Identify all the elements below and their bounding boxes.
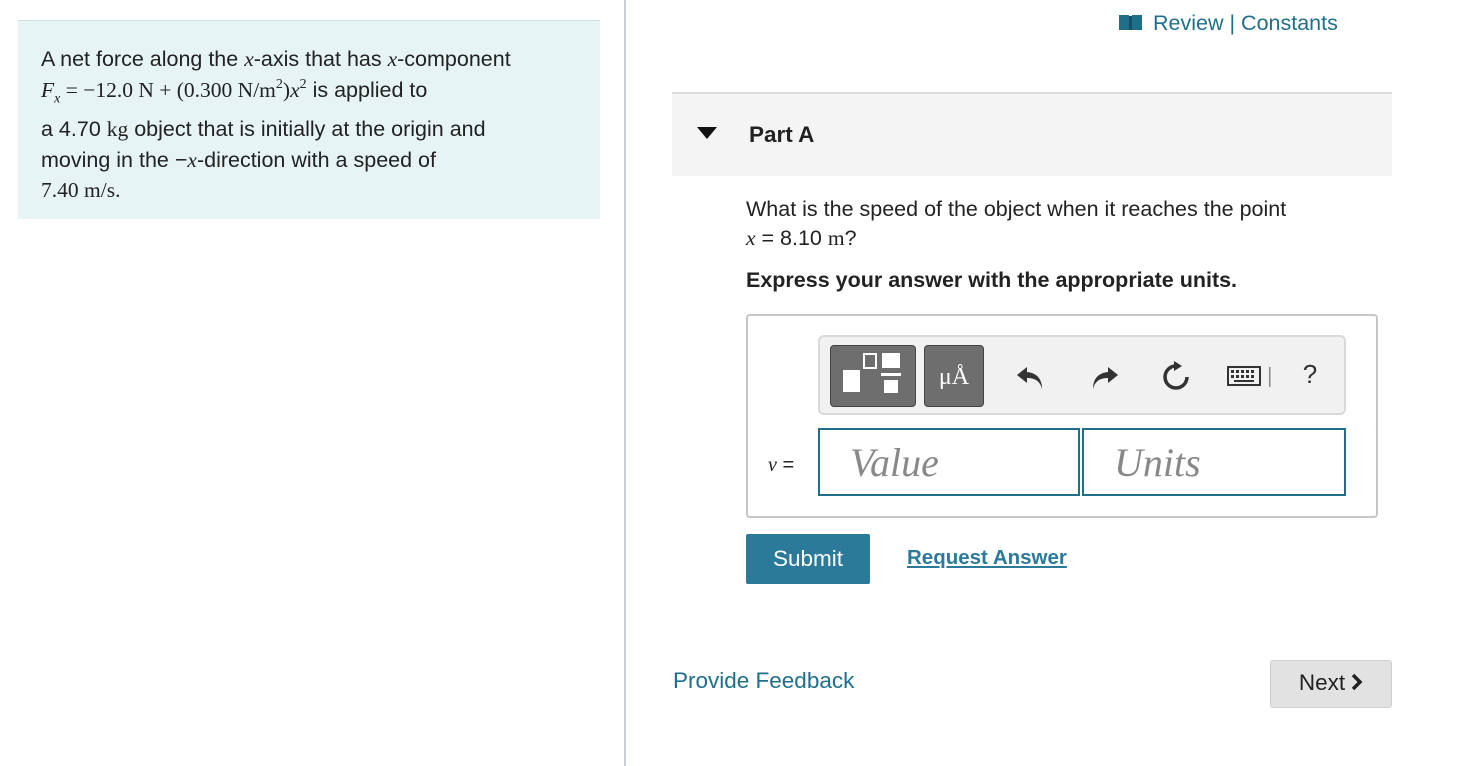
answer-box: μÅ ? v = — [746, 314, 1378, 518]
problem-text: -axis that has — [253, 47, 388, 71]
templates-icon — [843, 353, 901, 393]
problem-text: moving in the − — [41, 147, 188, 172]
redo-icon[interactable] — [1088, 361, 1120, 393]
review-constants-links: Review | Constants — [1118, 11, 1338, 36]
answer-variable-label: v = — [768, 454, 794, 477]
problem-line-4: moving in the −x-direction with a speed … — [41, 145, 578, 176]
force-expression-close: ) — [282, 77, 291, 102]
problem-line-1: A net force along the x-axis that has x-… — [41, 44, 578, 75]
link-separator: | — [1223, 11, 1242, 35]
question-value: = 8.10 — [755, 226, 828, 250]
math-x: x — [746, 226, 756, 250]
unit-kg: kg — [106, 117, 129, 142]
chevron-right-icon — [1351, 673, 1363, 691]
undo-icon[interactable] — [1015, 361, 1047, 393]
question-unit: m — [827, 226, 845, 250]
math-toolbar: μÅ ? — [818, 335, 1346, 415]
next-label: Next — [1298, 670, 1346, 695]
math-v: v — [768, 454, 777, 476]
math-x: x — [387, 47, 398, 71]
units-symbol-button[interactable]: μÅ — [924, 345, 984, 407]
request-answer-link[interactable]: Request Answer — [907, 546, 1067, 570]
question-line-2: x = 8.10 m? — [746, 224, 1386, 253]
question-mark: ? — [844, 226, 857, 250]
next-button[interactable]: Next — [1270, 660, 1392, 708]
help-button[interactable]: ? — [1295, 359, 1325, 391]
exponent: 2 — [275, 76, 283, 92]
review-link[interactable]: Review — [1153, 11, 1224, 35]
problem-text: object that is initially at the origin a… — [128, 117, 486, 142]
force-expression: = −12.0 N + (0.300 N/m — [60, 77, 276, 102]
math-x: x — [187, 147, 197, 172]
part-a-header[interactable]: Part A — [672, 92, 1392, 176]
reset-icon[interactable] — [1160, 361, 1192, 393]
exponent: 2 — [299, 76, 307, 92]
problem-text: A net force along the — [41, 47, 245, 71]
equals-sign: = — [776, 454, 795, 476]
value-input[interactable] — [818, 428, 1080, 496]
provide-feedback-link[interactable]: Provide Feedback — [673, 668, 854, 694]
problem-line-3: a 4.70 kg object that is initially at th… — [41, 114, 578, 145]
problem-text: is applied to — [306, 77, 428, 102]
collapse-caret-icon[interactable] — [697, 127, 717, 139]
templates-button[interactable] — [830, 345, 916, 407]
instruction-text: Express your answer with the appropriate… — [746, 268, 1238, 292]
part-title: Part A — [749, 122, 815, 147]
math-f: F — [41, 77, 55, 102]
submit-button[interactable]: Submit — [746, 534, 870, 584]
pane-divider — [624, 0, 626, 766]
units-input[interactable] — [1082, 428, 1346, 496]
problem-line-2: Fx = −12.0 N + (0.300 N/m2)x2 is applied… — [41, 75, 578, 115]
math-x: x — [290, 77, 300, 102]
problem-text: a 4.70 — [41, 117, 107, 142]
problem-text: -component — [397, 47, 511, 71]
constants-link[interactable]: Constants — [1241, 11, 1338, 35]
question-text: What is the speed of the object when it … — [746, 195, 1386, 253]
problem-text: -direction with a speed of — [196, 147, 436, 172]
question-line-1: What is the speed of the object when it … — [746, 197, 1287, 221]
math-x: x — [244, 47, 254, 71]
problem-statement-panel: A net force along the x-axis that has x-… — [18, 20, 600, 219]
problem-line-5: 7.40 m/s. — [41, 178, 121, 203]
book-icon — [1119, 15, 1142, 30]
keyboard-icon[interactable] — [1226, 361, 1276, 393]
